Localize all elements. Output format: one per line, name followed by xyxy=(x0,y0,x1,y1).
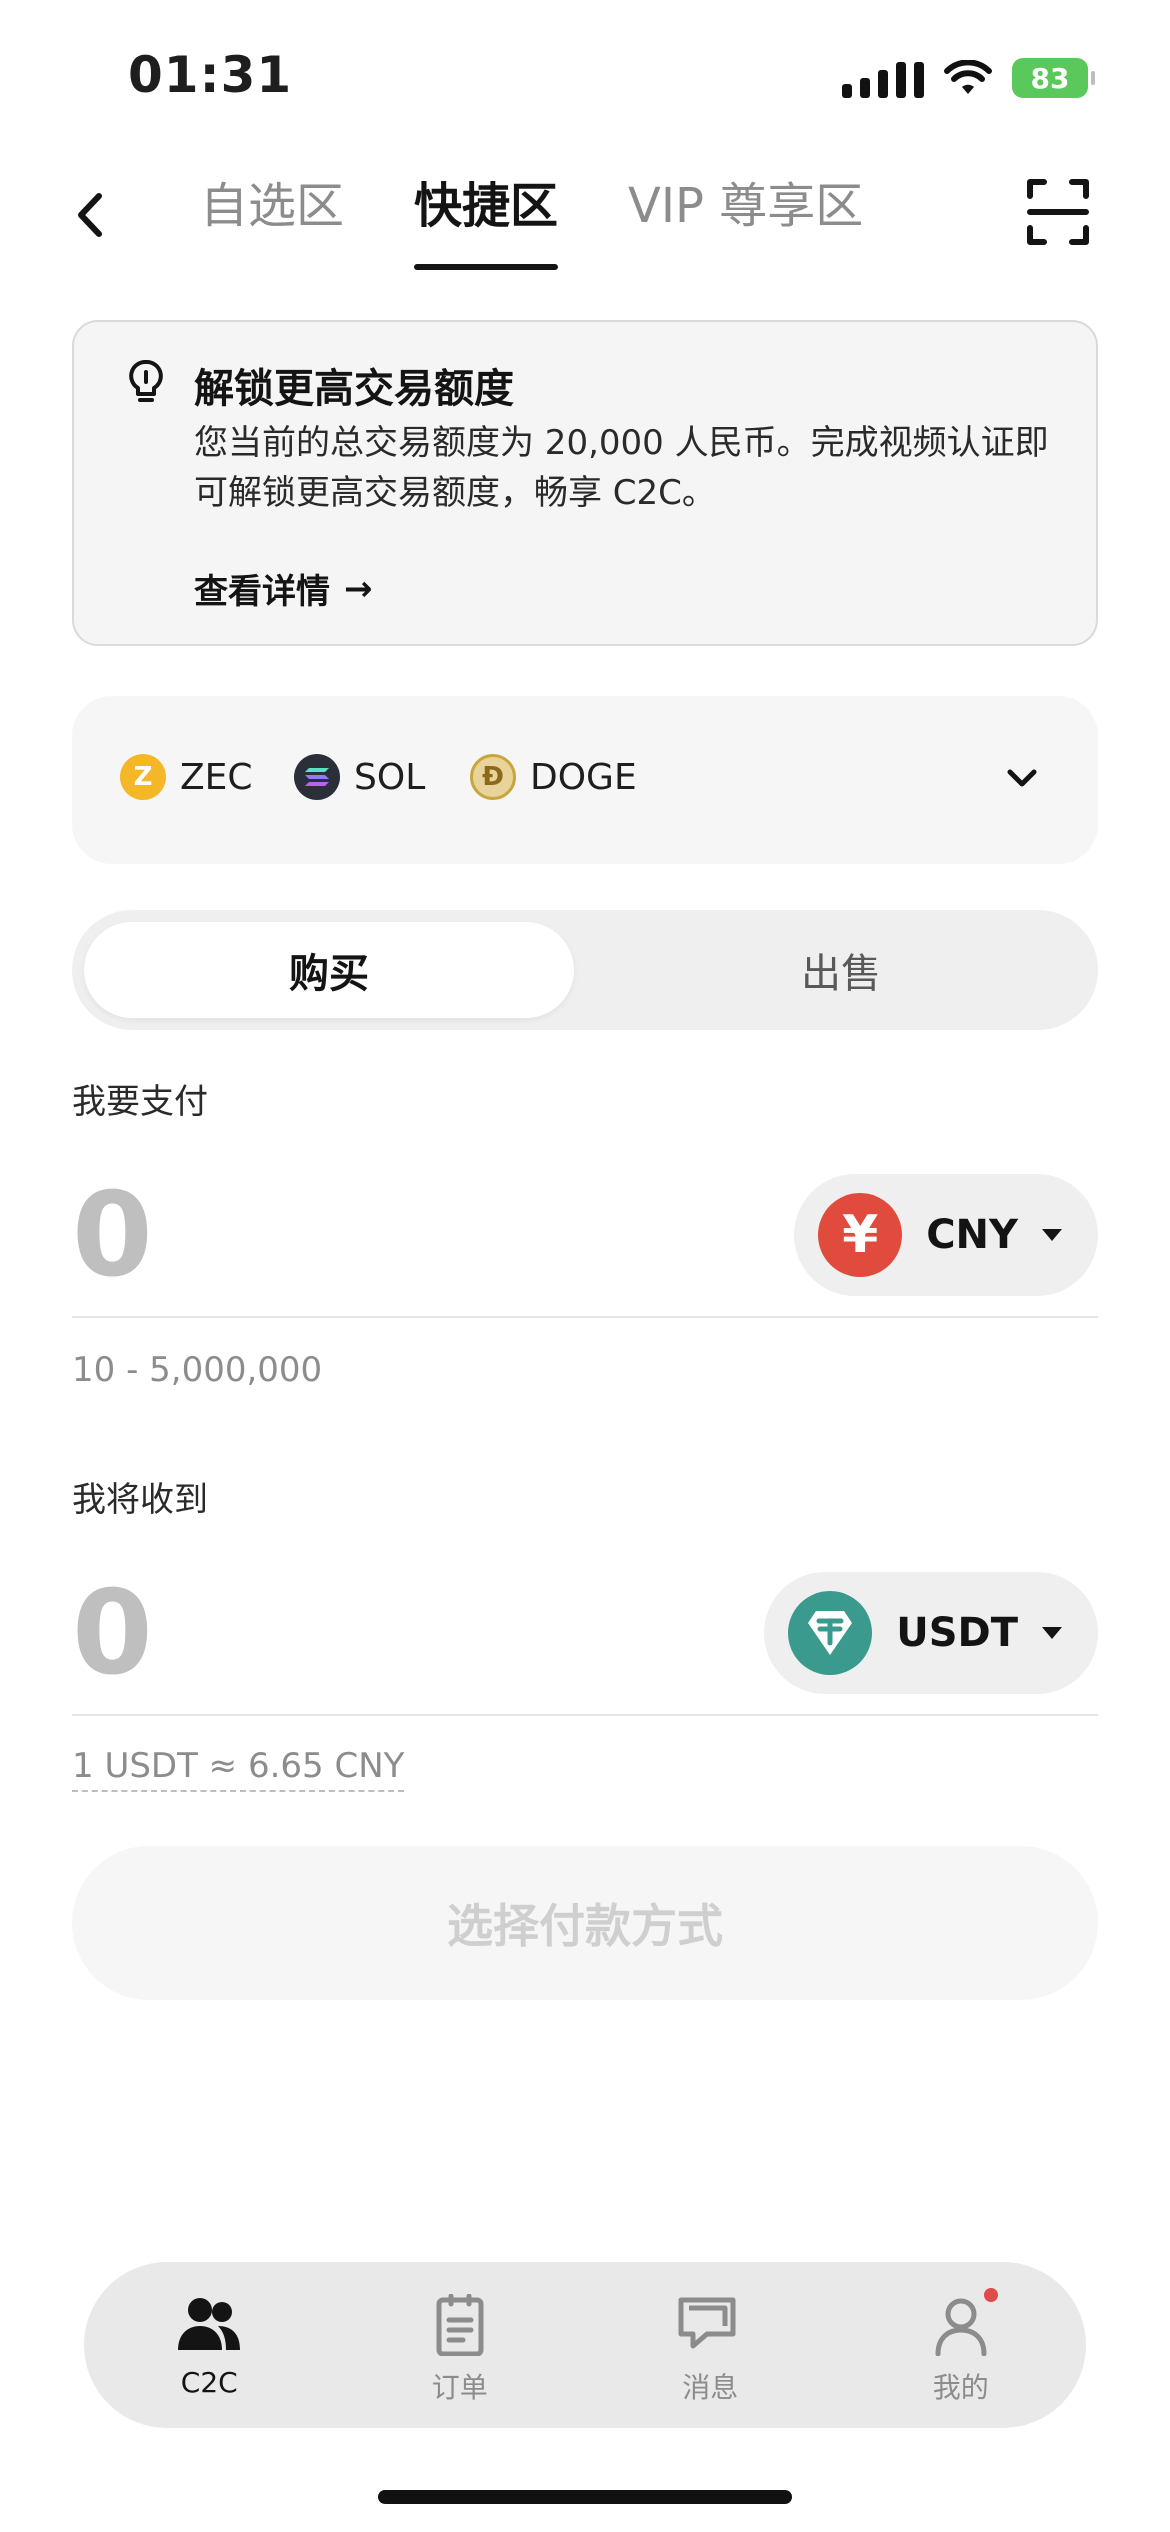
tabbar-label: C2C xyxy=(180,2366,238,2399)
coin-zec[interactable]: Z ZEC xyxy=(120,754,253,800)
cny-icon: ¥ xyxy=(818,1193,903,1277)
market-tabs: 自选区 快捷区 VIP 尊享区 xyxy=(200,160,863,280)
chat-icon xyxy=(678,2297,736,2349)
receive-amount-input[interactable]: 0 xyxy=(72,1574,153,1694)
coin-label: SOL xyxy=(354,756,426,798)
battery-icon: 83 xyxy=(1012,58,1095,98)
receive-label: 我将收到 xyxy=(72,1480,208,1520)
doge-icon: Ð xyxy=(470,754,516,800)
coin-doge[interactable]: Ð DOGE xyxy=(470,754,637,800)
bottom-tab-bar: C2C 订单 消息 我的 xyxy=(84,2262,1086,2428)
notification-badge xyxy=(983,2288,998,2302)
coin-selector: Z ZEC SOL Ð DOGE xyxy=(72,696,1098,864)
top-nav: 自选区 快捷区 VIP 尊享区 xyxy=(0,160,1170,280)
tab-express[interactable]: 快捷区 xyxy=(414,160,559,280)
cellular-signal-icon xyxy=(842,58,924,98)
sell-tab[interactable]: 出售 xyxy=(596,922,1086,1018)
coin-label: ZEC xyxy=(180,756,253,798)
caret-down-icon xyxy=(1042,1627,1062,1639)
limit-notice-card: 解锁更高交易额度 您当前的总交易额度为 20,000 人民币。完成视频认证即可解… xyxy=(72,320,1098,646)
coin-label: DOGE xyxy=(530,756,637,798)
chevron-down-icon[interactable] xyxy=(1002,758,1042,798)
view-details-link[interactable]: 查看详情 → xyxy=(194,564,373,613)
coin-sol[interactable]: SOL xyxy=(294,754,425,800)
scan-button[interactable] xyxy=(1026,176,1090,248)
buy-sell-toggle: 购买 出售 xyxy=(72,910,1098,1030)
sol-icon xyxy=(294,754,340,800)
tab-vip[interactable]: VIP 尊享区 xyxy=(628,160,863,280)
notice-body: 您当前的总交易额度为 20,000 人民币。完成视频认证即可解锁更高交易额度，畅… xyxy=(194,423,1049,513)
usdt-icon xyxy=(788,1591,873,1675)
tabbar-item-orders[interactable]: 订单 xyxy=(335,2262,586,2428)
users-icon xyxy=(178,2298,241,2350)
select-payment-method-button[interactable]: 选择付款方式 xyxy=(72,1846,1098,2000)
receive-currency-code: USDT xyxy=(896,1610,1018,1656)
tab-favorites[interactable]: 自选区 xyxy=(200,160,344,280)
caret-down-icon xyxy=(1042,1229,1062,1241)
tabbar-label: 订单 xyxy=(431,2371,488,2404)
exchange-rate[interactable]: 1 USDT ≈ 6.65 CNY xyxy=(72,1746,405,1792)
pay-amount-input[interactable]: 0 xyxy=(72,1176,153,1296)
exchange-rate-label: 1 USDT ≈ 6.65 CNY xyxy=(72,1746,405,1792)
home-indicator[interactable] xyxy=(378,2490,792,2504)
tabbar-item-profile[interactable]: 我的 xyxy=(836,2262,1087,2428)
clipboard-icon xyxy=(436,2294,484,2356)
buy-tab[interactable]: 购买 xyxy=(84,922,574,1018)
pay-divider xyxy=(72,1316,1098,1318)
lightbulb-icon xyxy=(129,360,163,402)
chevron-left-icon xyxy=(78,193,102,237)
tabbar-item-messages[interactable]: 消息 xyxy=(585,2262,836,2428)
status-bar: 01:31 83 xyxy=(0,0,1170,150)
view-details-label: 查看详情 xyxy=(194,572,330,612)
tabbar-item-c2c[interactable]: C2C xyxy=(84,2262,335,2428)
tabbar-label: 我的 xyxy=(932,2371,989,2404)
scan-icon xyxy=(1027,179,1089,245)
back-button[interactable] xyxy=(60,180,120,250)
battery-level: 83 xyxy=(1030,61,1070,95)
pay-label: 我要支付 xyxy=(72,1082,208,1122)
pay-currency-code: CNY xyxy=(926,1212,1018,1258)
status-icons: 83 xyxy=(842,56,1095,100)
profile-icon xyxy=(928,2288,998,2357)
zec-icon: Z xyxy=(120,754,166,800)
status-time: 01:31 xyxy=(128,46,293,104)
tabbar-label: 消息 xyxy=(682,2371,739,2404)
receive-currency-selector[interactable]: USDT xyxy=(764,1572,1098,1694)
notice-title: 解锁更高交易额度 xyxy=(194,366,514,412)
arrow-right-icon: → xyxy=(344,568,373,609)
receive-divider xyxy=(72,1714,1098,1716)
pay-range: 10 - 5,000,000 xyxy=(72,1350,323,1390)
pay-currency-selector[interactable]: ¥ CNY xyxy=(794,1174,1098,1296)
wifi-icon xyxy=(944,60,992,94)
